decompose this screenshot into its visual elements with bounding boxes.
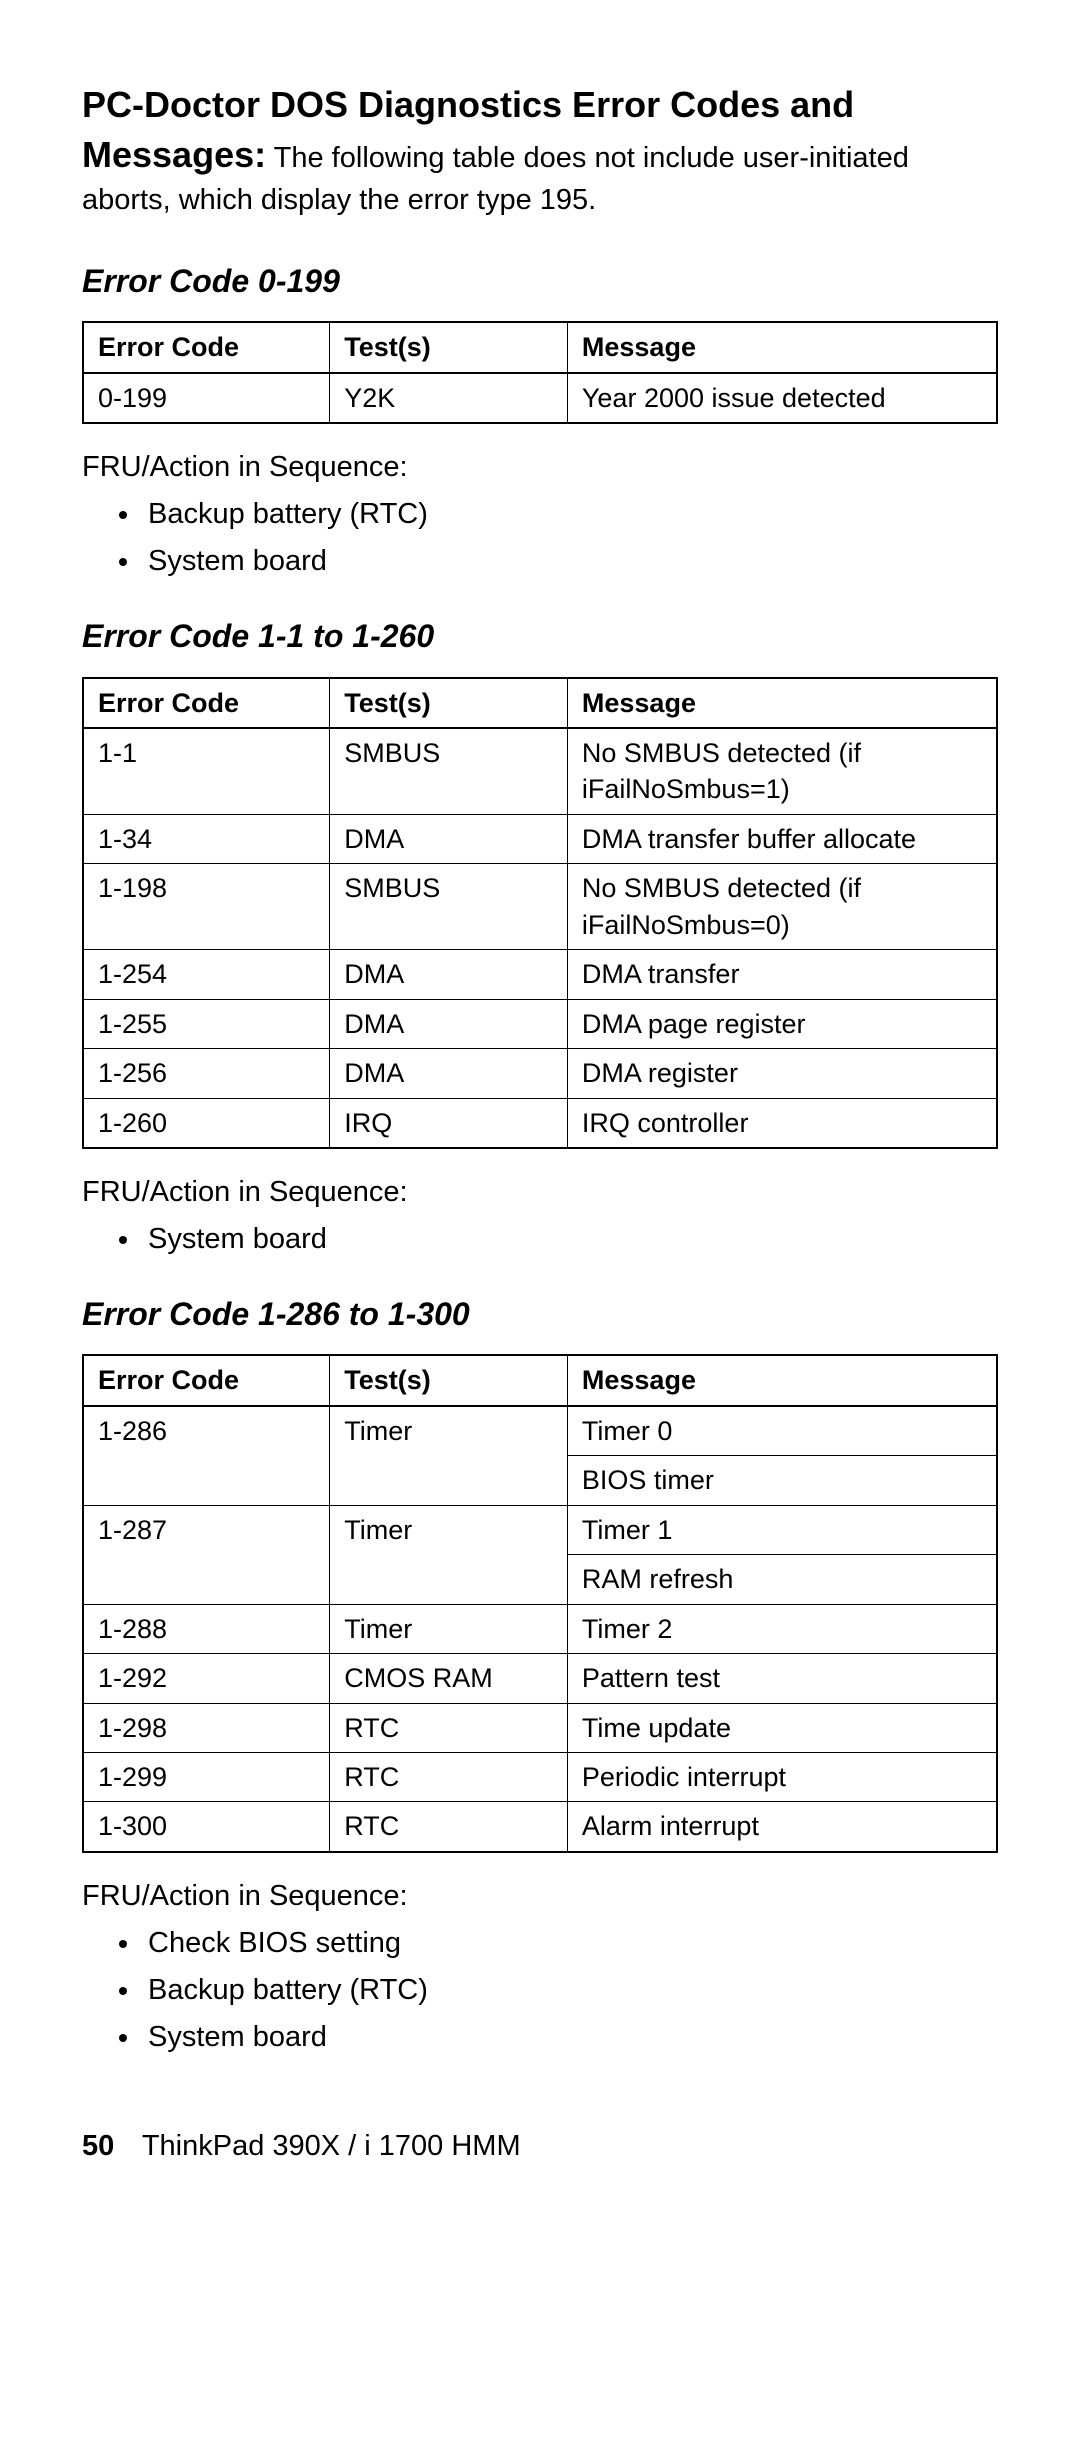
list-item: System board bbox=[142, 1220, 998, 1259]
action-list: System board bbox=[82, 1220, 998, 1259]
footer: 50 ThinkPad 390X / i 1700 HMM bbox=[82, 2127, 998, 2166]
table-row: 0-199 Y2K Year 2000 issue detected bbox=[83, 373, 997, 423]
table-row: 1-34DMADMA transfer buffer allocate bbox=[83, 814, 997, 863]
list-item: Backup battery (RTC) bbox=[142, 1971, 998, 2010]
table-0-199: Error Code Test(s) Message 0-199 Y2K Yea… bbox=[82, 321, 998, 424]
th-tests: Test(s) bbox=[330, 1355, 568, 1405]
action-list: Check BIOS setting Backup battery (RTC) … bbox=[82, 1924, 998, 2057]
table-row: 1-299RTCPeriodic interrupt bbox=[83, 1752, 997, 1801]
table-1-1: Error Code Test(s) Message 1-1SMBUSNo SM… bbox=[82, 677, 998, 1149]
table-row: 1-287 Timer Timer 1 bbox=[83, 1505, 997, 1554]
table-row: 1-288TimerTimer 2 bbox=[83, 1604, 997, 1653]
action-list: Backup battery (RTC) System board bbox=[82, 495, 998, 581]
th-code: Error Code bbox=[83, 678, 330, 728]
table-row: 1-198SMBUSNo SMBUS detected (if iFailNoS… bbox=[83, 864, 997, 950]
footer-title: ThinkPad 390X / i 1700 HMM bbox=[142, 2130, 521, 2162]
list-item: Backup battery (RTC) bbox=[142, 495, 998, 534]
table-row: 1-298RTCTime update bbox=[83, 1703, 997, 1752]
table-row: 1-292CMOS RAMPattern test bbox=[83, 1654, 997, 1703]
th-tests: Test(s) bbox=[330, 678, 568, 728]
table-1-286: Error Code Test(s) Message 1-286 Timer T… bbox=[82, 1354, 998, 1852]
th-tests: Test(s) bbox=[330, 322, 568, 372]
list-item: System board bbox=[142, 2018, 998, 2057]
table-row: 1-254DMADMA transfer bbox=[83, 950, 997, 999]
page-number: 50 bbox=[82, 2130, 114, 2162]
fru-label: FRU/Action in Sequence: bbox=[82, 448, 998, 487]
table-row: 1-255DMADMA page register bbox=[83, 999, 997, 1048]
th-message: Message bbox=[567, 322, 997, 372]
th-code: Error Code bbox=[83, 1355, 330, 1405]
th-code: Error Code bbox=[83, 322, 330, 372]
subheading-1-1: Error Code 1-1 to 1-260 bbox=[82, 615, 998, 658]
fru-label: FRU/Action in Sequence: bbox=[82, 1877, 998, 1916]
subheading-0-199: Error Code 0-199 bbox=[82, 260, 998, 303]
table-row: 1-256DMADMA register bbox=[83, 1049, 997, 1098]
fru-label: FRU/Action in Sequence: bbox=[82, 1173, 998, 1212]
table-row: 1-300RTCAlarm interrupt bbox=[83, 1802, 997, 1852]
table-row: 1-1SMBUSNo SMBUS detected (if iFailNoSmb… bbox=[83, 728, 997, 814]
subheading-1-286: Error Code 1-286 to 1-300 bbox=[82, 1293, 998, 1336]
table-row: 1-286 Timer Timer 0 bbox=[83, 1406, 997, 1456]
list-item: System board bbox=[142, 542, 998, 581]
th-message: Message bbox=[567, 678, 997, 728]
list-item: Check BIOS setting bbox=[142, 1924, 998, 1963]
th-message: Message bbox=[567, 1355, 997, 1405]
intro-block: PC-Doctor DOS Diagnostics Error Codes an… bbox=[82, 80, 998, 220]
table-row: 1-260IRQIRQ controller bbox=[83, 1098, 997, 1148]
